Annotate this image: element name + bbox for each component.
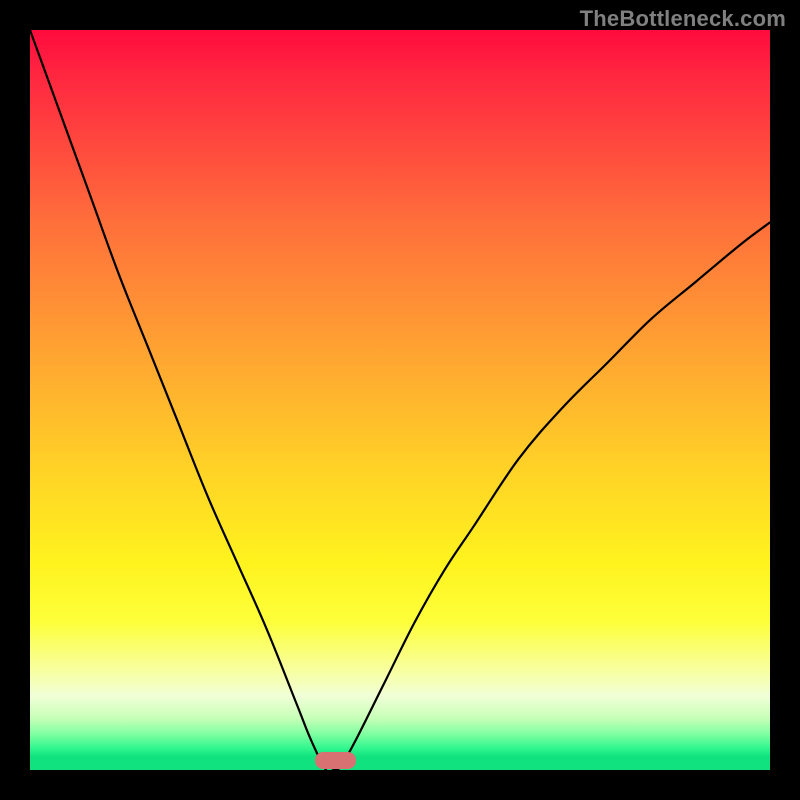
bottleneck-curve bbox=[30, 30, 770, 770]
optimal-marker bbox=[315, 752, 356, 769]
chart-frame: TheBottleneck.com bbox=[0, 0, 800, 800]
plot-area bbox=[30, 30, 770, 770]
watermark-text: TheBottleneck.com bbox=[580, 6, 786, 32]
